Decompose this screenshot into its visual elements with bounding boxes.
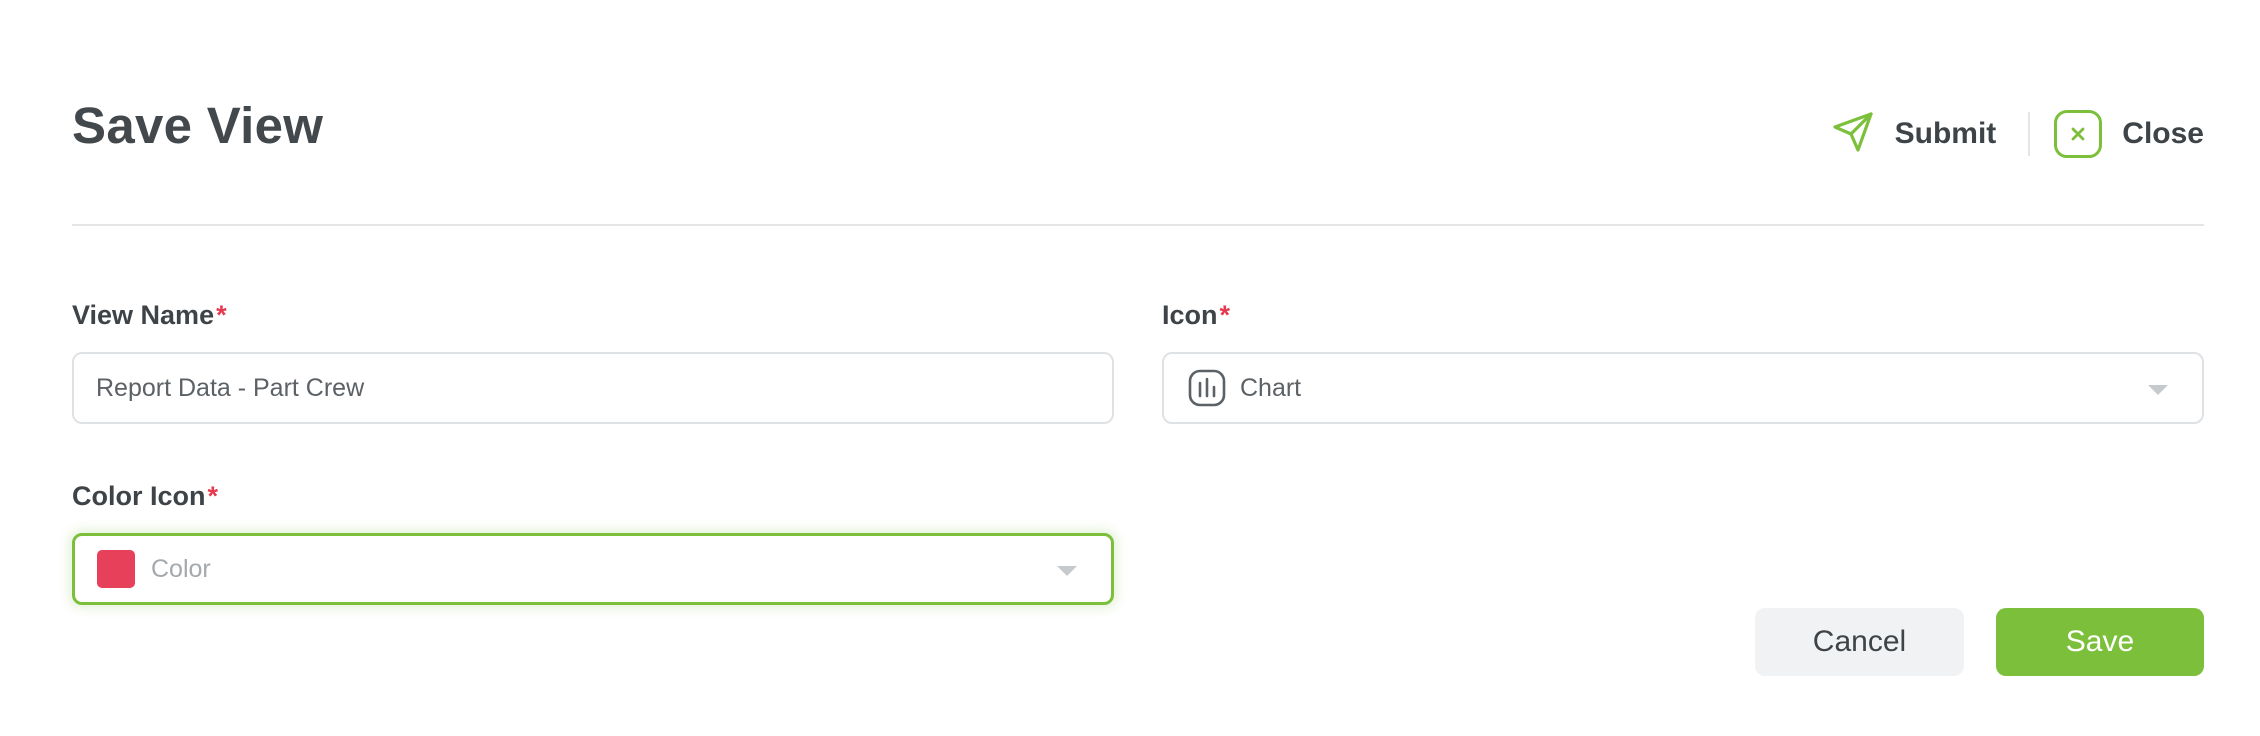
color-icon-label-text: Color Icon: [72, 481, 206, 511]
color-placeholder: Color: [151, 554, 211, 583]
close-icon: [2054, 110, 2103, 158]
color-swatch: [97, 550, 135, 588]
color-select[interactable]: Color: [72, 533, 1114, 605]
actions-divider: [2028, 112, 2031, 156]
cancel-button[interactable]: Cancel: [1755, 608, 1964, 676]
required-mark: *: [207, 481, 219, 511]
close-label: Close: [2122, 117, 2204, 150]
header-actions: Submit Close: [1831, 106, 2204, 162]
view-name-input[interactable]: Report Data - Part Crew: [72, 352, 1114, 424]
page-title: Save View: [72, 97, 324, 154]
color-icon-label: Color Icon*: [72, 483, 218, 510]
required-mark: *: [216, 300, 227, 330]
view-name-label: View Name*: [72, 302, 227, 329]
icon-label: Icon*: [1162, 302, 1230, 329]
icon-label-text: Icon: [1162, 300, 1218, 330]
close-button[interactable]: Close: [2054, 106, 2204, 162]
submit-button[interactable]: Submit: [1831, 106, 1997, 162]
required-mark: *: [1219, 300, 1231, 330]
icon-selected-value: Chart: [1240, 373, 1302, 402]
view-name-value: Report Data - Part Crew: [96, 373, 365, 402]
chevron-down-icon: [2148, 385, 2168, 395]
save-button[interactable]: Save: [1996, 608, 2204, 676]
bar-chart-icon: [1188, 369, 1226, 407]
view-name-label-text: View Name: [72, 300, 215, 330]
send-icon: [1831, 110, 1875, 159]
submit-label: Submit: [1894, 117, 1997, 150]
dialog-header: Save View Submit Close: [72, 0, 2204, 226]
icon-select[interactable]: Chart: [1162, 352, 2204, 424]
chevron-down-icon: [1057, 566, 1077, 576]
